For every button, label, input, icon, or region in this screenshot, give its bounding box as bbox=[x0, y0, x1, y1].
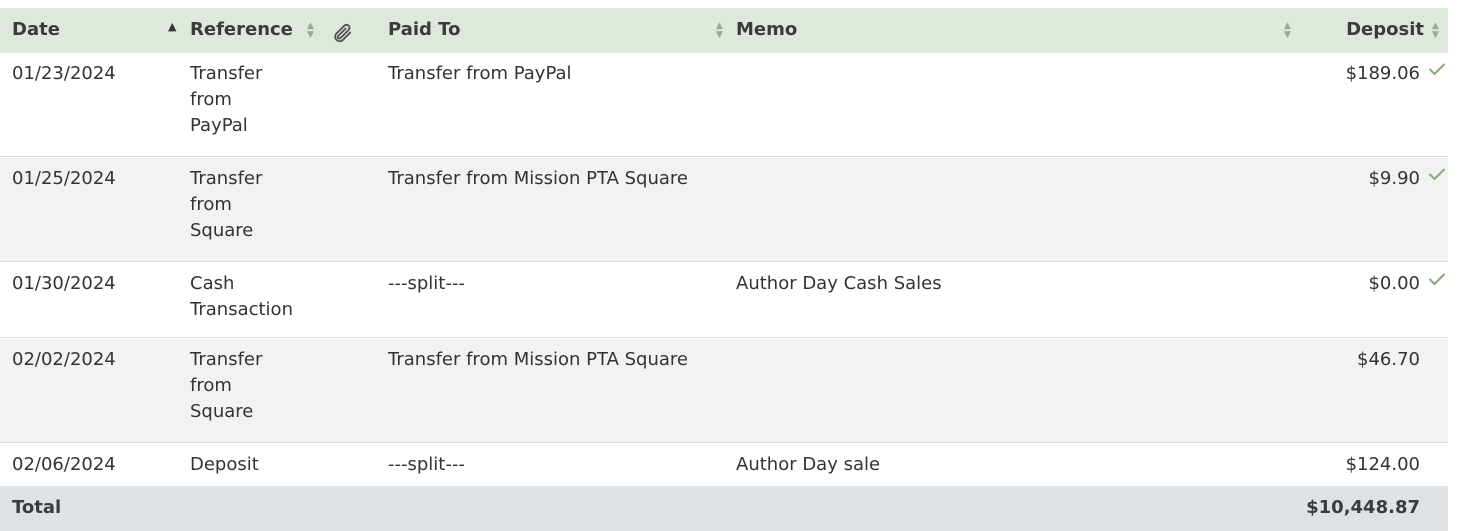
table-row[interactable]: 01/25/2024 Transfer from Square Transfer… bbox=[0, 158, 1448, 262]
row-deposit: $0.00 bbox=[1368, 273, 1420, 294]
sort-both-icon[interactable]: ▲ ▼ bbox=[1284, 22, 1291, 40]
total-label: Total bbox=[12, 497, 62, 518]
row-date: 02/02/2024 bbox=[12, 349, 116, 370]
transaction-table: Date ▲ Reference ▲ ▼ Paid To ▲ ▼ Memo ▲ ▼ D… bbox=[0, 0, 1465, 531]
total-deposit: $10,448.87 bbox=[1306, 497, 1420, 518]
table-row[interactable]: 01/23/2024 Transfer from PayPal Transfer… bbox=[0, 53, 1448, 157]
paperclip-icon[interactable] bbox=[331, 22, 353, 44]
row-date: 01/30/2024 bbox=[12, 273, 116, 294]
checkmark-icon bbox=[1427, 59, 1447, 79]
row-deposit: $124.00 bbox=[1345, 454, 1420, 475]
column-header-date[interactable]: Date bbox=[12, 17, 60, 43]
table-header: Date ▲ Reference ▲ ▼ Paid To ▲ ▼ Memo ▲ ▼ D… bbox=[0, 8, 1448, 53]
column-header-deposit[interactable]: Deposit bbox=[1346, 17, 1424, 43]
sort-both-icon[interactable]: ▲ ▼ bbox=[716, 22, 723, 40]
row-reference: Transfer from Square bbox=[190, 349, 263, 422]
column-header-memo[interactable]: Memo bbox=[736, 17, 1276, 43]
row-paid-to: ---split--- bbox=[388, 454, 465, 475]
sort-both-icon[interactable]: ▲ ▼ bbox=[1432, 22, 1439, 40]
table-row[interactable]: 02/06/2024 Deposit ---split--- Author Da… bbox=[0, 444, 1448, 485]
row-deposit: $46.70 bbox=[1357, 349, 1420, 370]
sort-ascending-icon[interactable]: ▲ bbox=[168, 21, 176, 32]
row-memo: Author Day Cash Sales bbox=[736, 273, 942, 294]
table-row[interactable]: 02/02/2024 Transfer from Square Transfer… bbox=[0, 339, 1448, 443]
row-paid-to: Transfer from Mission PTA Square bbox=[388, 349, 688, 370]
row-date: 02/06/2024 bbox=[12, 454, 116, 475]
table-row[interactable]: 01/30/2024 Cash Transaction ---split--- … bbox=[0, 263, 1448, 338]
row-date: 01/23/2024 bbox=[12, 63, 116, 84]
checkmark-icon bbox=[1427, 164, 1447, 184]
row-reference: Deposit bbox=[190, 454, 259, 475]
row-memo: Author Day sale bbox=[736, 454, 881, 475]
column-header-paid-to[interactable]: Paid To bbox=[388, 17, 698, 43]
row-paid-to: Transfer from Mission PTA Square bbox=[388, 168, 688, 189]
row-reference: Transfer from Square bbox=[190, 168, 263, 241]
row-reference: Transfer from PayPal bbox=[190, 63, 263, 136]
row-paid-to: Transfer from PayPal bbox=[388, 63, 572, 84]
column-header-reference[interactable]: Reference bbox=[190, 17, 293, 43]
checkmark-icon bbox=[1427, 269, 1447, 289]
row-paid-to: ---split--- bbox=[388, 273, 465, 294]
row-deposit: $189.06 bbox=[1345, 63, 1420, 84]
total-row: Total $10,448.87 bbox=[0, 486, 1448, 531]
row-reference: Cash Transaction bbox=[190, 273, 293, 320]
sort-both-icon[interactable]: ▲ ▼ bbox=[307, 22, 314, 40]
row-date: 01/25/2024 bbox=[12, 168, 116, 189]
row-deposit: $9.90 bbox=[1368, 168, 1420, 189]
